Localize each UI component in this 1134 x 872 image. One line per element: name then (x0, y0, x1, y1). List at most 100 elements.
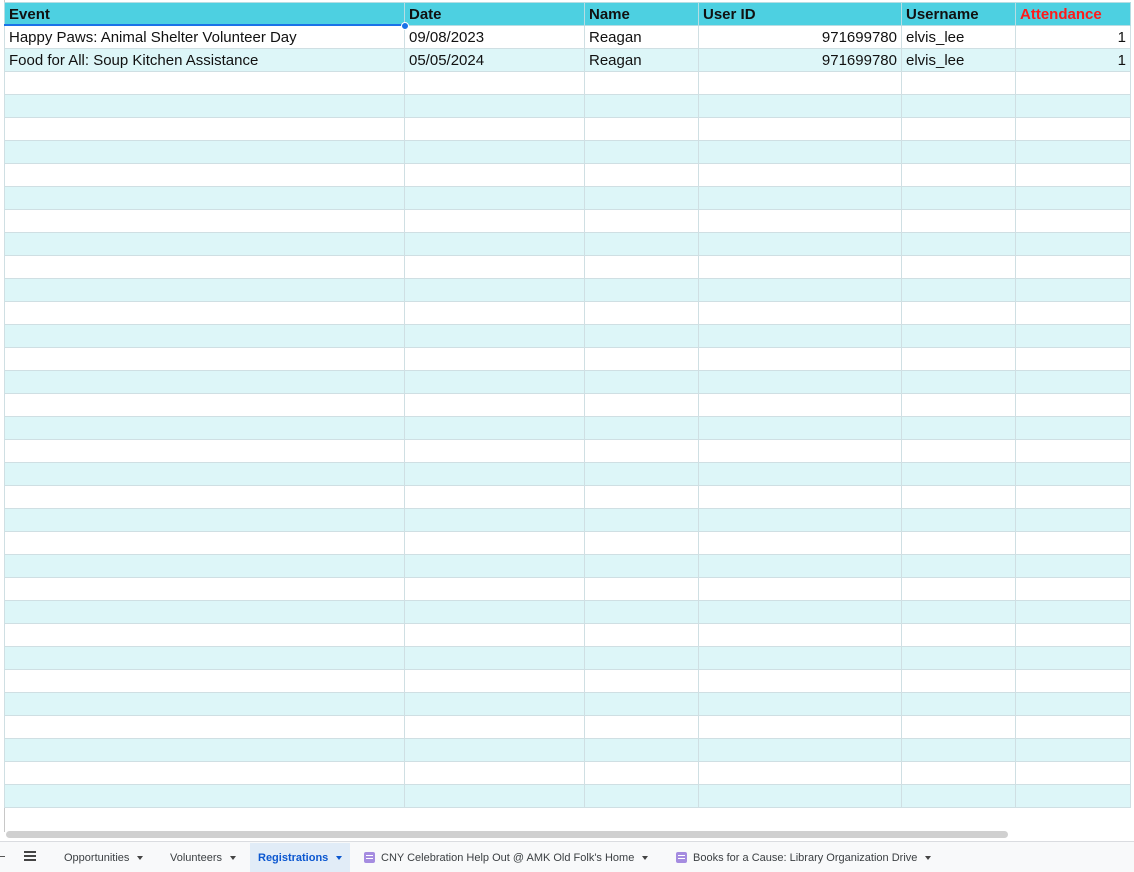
cell-attendance[interactable] (1015, 71, 1131, 95)
cell-name[interactable] (584, 692, 699, 716)
cell-user-id[interactable] (698, 347, 902, 371)
cell-event[interactable] (4, 71, 405, 95)
cell-user-id[interactable] (698, 301, 902, 325)
cell-attendance[interactable] (1015, 508, 1131, 532)
cell-username[interactable] (901, 439, 1016, 463)
header-cell-name[interactable]: Name (584, 2, 699, 26)
cell-event[interactable] (4, 255, 405, 279)
cell-username[interactable] (901, 623, 1016, 647)
cell-attendance[interactable] (1015, 554, 1131, 578)
cell-user-id[interactable] (698, 715, 902, 739)
cell-name[interactable] (584, 416, 699, 440)
cell-date[interactable] (404, 577, 585, 601)
cell-date[interactable] (404, 324, 585, 348)
tab-volunteers[interactable]: Volunteers (162, 843, 244, 872)
cell-user-id[interactable] (698, 209, 902, 233)
tab-books-for-a-cause-library-organization-drive[interactable]: Books for a Cause: Library Organization … (668, 843, 939, 872)
cell-user-id[interactable] (698, 738, 902, 762)
cell-date[interactable] (404, 278, 585, 302)
header-cell-user-id[interactable]: User ID (698, 2, 902, 26)
cell-user-id[interactable] (698, 761, 902, 785)
cell-username[interactable] (901, 186, 1016, 210)
cell-date[interactable] (404, 462, 585, 486)
cell-user-id[interactable] (698, 278, 902, 302)
cell-date[interactable] (404, 209, 585, 233)
cell-username[interactable] (901, 531, 1016, 555)
tab-registrations[interactable]: Registrations (250, 843, 351, 872)
cell-name[interactable] (584, 255, 699, 279)
cell-event[interactable] (4, 140, 405, 164)
cell-name[interactable] (584, 94, 699, 118)
cell-event[interactable] (4, 508, 405, 532)
header-cell-username[interactable]: Username (901, 2, 1016, 26)
cell-event[interactable] (4, 94, 405, 118)
cell-event[interactable] (4, 393, 405, 417)
cell-attendance[interactable] (1015, 623, 1131, 647)
cell-attendance[interactable] (1015, 485, 1131, 509)
cell-attendance[interactable] (1015, 370, 1131, 394)
cell-name[interactable] (584, 370, 699, 394)
cell-user-id[interactable] (698, 577, 902, 601)
cell-user-id[interactable] (698, 71, 902, 95)
cell-attendance[interactable] (1015, 186, 1131, 210)
cell-date[interactable] (404, 715, 585, 739)
cell-attendance[interactable]: 1 (1015, 25, 1131, 49)
cell-user-id[interactable] (698, 623, 902, 647)
cell-user-id[interactable] (698, 255, 902, 279)
cell-attendance[interactable] (1015, 347, 1131, 371)
cell-attendance[interactable] (1015, 646, 1131, 670)
cell-name[interactable] (584, 577, 699, 601)
cell-username[interactable] (901, 692, 1016, 716)
cell-event[interactable] (4, 669, 405, 693)
cell-event[interactable] (4, 485, 405, 509)
cell-event[interactable] (4, 416, 405, 440)
cell-user-id[interactable]: 971699780 (698, 48, 902, 72)
cell-name[interactable] (584, 278, 699, 302)
cell-event[interactable] (4, 577, 405, 601)
selection-fill-handle[interactable] (401, 22, 409, 30)
cell-event[interactable] (4, 761, 405, 785)
cell-event[interactable] (4, 531, 405, 555)
cell-username[interactable] (901, 485, 1016, 509)
chevron-down-icon[interactable] (642, 855, 649, 860)
cell-event[interactable] (4, 646, 405, 670)
cell-attendance[interactable] (1015, 761, 1131, 785)
cell-username[interactable] (901, 278, 1016, 302)
cell-attendance[interactable] (1015, 692, 1131, 716)
cell-attendance[interactable] (1015, 577, 1131, 601)
cell-username[interactable] (901, 393, 1016, 417)
cell-event[interactable] (4, 554, 405, 578)
cell-user-id[interactable] (698, 232, 902, 256)
cell-name[interactable] (584, 784, 699, 808)
chevron-down-icon[interactable] (229, 855, 236, 860)
cell-attendance[interactable] (1015, 531, 1131, 555)
cell-attendance[interactable] (1015, 715, 1131, 739)
chevron-down-icon[interactable] (137, 855, 144, 860)
cell-date[interactable] (404, 117, 585, 141)
cell-username[interactable] (901, 508, 1016, 532)
cell-date[interactable] (404, 301, 585, 325)
cell-user-id[interactable] (698, 600, 902, 624)
cell-username[interactable] (901, 784, 1016, 808)
cell-user-id[interactable] (698, 324, 902, 348)
cell-name[interactable] (584, 71, 699, 95)
cell-name[interactable]: Reagan (584, 25, 699, 49)
cell-attendance[interactable] (1015, 393, 1131, 417)
cell-date[interactable]: 05/05/2024 (404, 48, 585, 72)
cell-user-id[interactable] (698, 439, 902, 463)
cell-event[interactable]: Food for All: Soup Kitchen Assistance (4, 48, 405, 72)
cell-event[interactable] (4, 692, 405, 716)
cell-username[interactable] (901, 669, 1016, 693)
cell-name[interactable] (584, 531, 699, 555)
cell-username[interactable] (901, 209, 1016, 233)
cell-user-id[interactable] (698, 462, 902, 486)
cell-attendance[interactable] (1015, 738, 1131, 762)
cell-event[interactable] (4, 439, 405, 463)
cell-date[interactable] (404, 692, 585, 716)
cell-username[interactable] (901, 715, 1016, 739)
cell-username[interactable] (901, 761, 1016, 785)
cell-username[interactable] (901, 646, 1016, 670)
cell-date[interactable] (404, 508, 585, 532)
cell-user-id[interactable] (698, 370, 902, 394)
cell-user-id[interactable] (698, 117, 902, 141)
